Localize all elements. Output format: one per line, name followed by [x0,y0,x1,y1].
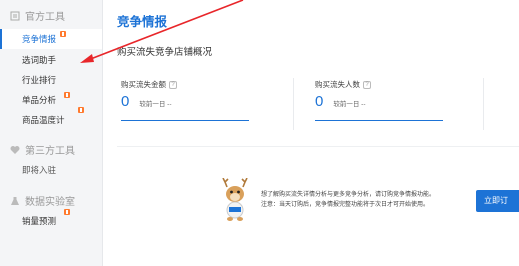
sidebar: 官方工具 竞争情报 选词助手 行业排行 单品分析 商品温度计 第三方工具 即将入… [0,0,103,266]
section-lab-label: 数据实验室 [25,197,75,208]
section-third-party: 第三方工具 [10,142,75,157]
flask-icon [11,196,19,205]
divider [483,78,484,130]
new-badge-icon [64,209,70,215]
sidebar-item-coming-soon[interactable]: 即将入驻 [0,160,102,180]
sidebar-item-keyword-helper[interactable]: 选词助手 [0,50,102,70]
metric-underline [315,120,443,121]
subscribe-button[interactable]: 立即订 [476,190,519,212]
list-icon [10,11,20,20]
section-data-lab: 数据实验室 [10,193,75,208]
heart-icon [10,145,20,154]
sidebar-item-sales-forecast[interactable]: 销量预测 [0,209,102,231]
metric-underline [121,120,249,121]
promo-block: 想了解购买流失详情分析与更多竞争分析，请订购竞争情报功能。 注意：当天订购后，竞… [215,178,435,222]
metric-label: 购买流失人数 [315,80,360,89]
help-icon[interactable]: ? [169,80,177,89]
metric-lost-users: 购买流失人数 ? 0 较前一日 -- [315,79,443,121]
sidebar-item-industry-rank[interactable]: 行业排行 [0,70,102,90]
promo-line-1: 想了解购买流失详情分析与更多竞争分析，请订购竞争情报功能。 [261,192,436,198]
sidebar-item-label: 销量预测 [22,216,57,226]
sidebar-item-label: 商品温度计 [22,115,65,125]
metric-lost-amount: 购买流失金额 ? 0 较前一日 -- [121,79,249,121]
section-subtitle: 购买流失竞争店铺概况 [117,47,213,58]
new-badge-icon [78,107,84,113]
horizontal-divider [117,146,519,147]
sidebar-item-label: 选词助手 [22,55,57,65]
metric-value: 0 [315,93,324,110]
section-official-label: 官方工具 [25,12,65,23]
metric-label: 购买流失金额 [121,80,166,89]
metric-value: 0 [121,93,130,110]
promo-text: 想了解购买流失详情分析与更多竞争分析，请订购竞争情报功能。 注意：当天订购后，竞… [261,190,435,210]
help-icon[interactable]: ? [363,80,371,89]
section-third-label: 第三方工具 [25,146,75,157]
app-page: 官方工具 竞争情报 选词助手 行业排行 单品分析 商品温度计 第三方工具 即将入… [0,0,519,266]
page-title: 竞争情报 [117,15,168,29]
sidebar-item-item-analysis[interactable]: 单品分析 [0,90,102,110]
sidebar-item-label: 竞争情报 [22,34,57,44]
divider [293,78,294,130]
sidebar-item-competition[interactable]: 竞争情报 [0,29,102,49]
new-badge-icon [64,92,70,98]
sidebar-item-label: 行业排行 [22,75,57,85]
metric-compare: 较前一日 -- [139,101,172,108]
sidebar-item-label: 即将入驻 [22,165,57,175]
section-official-tools: 官方工具 [10,8,65,23]
sidebar-item-label: 单品分析 [22,95,57,105]
promo-line-2: 注意：当天订购后，竞争情报完整功能将于次日才可开始使用。 [261,202,430,208]
sidebar-item-thermometer[interactable]: 商品温度计 [0,107,102,130]
new-badge-icon [60,31,66,37]
deer-mascot-icon [222,178,248,221]
metric-compare: 较前一日 -- [333,101,366,108]
main-content: 竞争情报 购买流失竞争店铺概况 购买流失金额 ? 0 较前一日 -- 购买流失人… [103,0,519,266]
